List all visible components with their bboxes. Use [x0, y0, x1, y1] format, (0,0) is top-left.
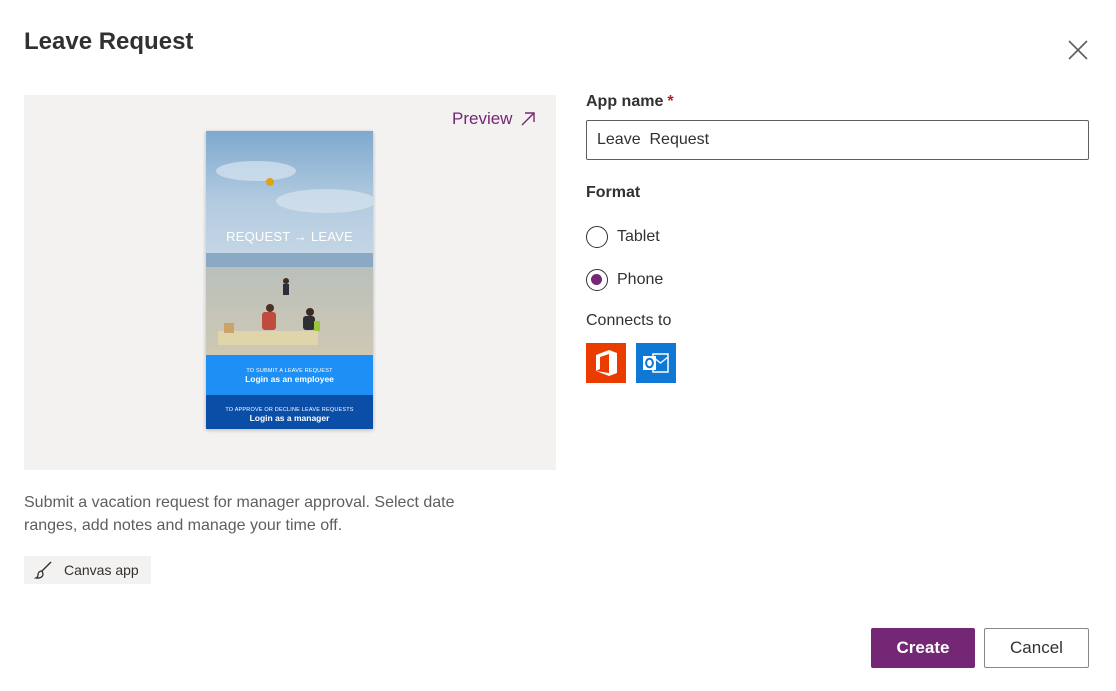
preview-link-label: Preview: [452, 109, 513, 128]
format-tablet-radio[interactable]: Tablet: [586, 226, 660, 248]
office365-icon: [596, 350, 617, 376]
required-marker: *: [667, 93, 674, 110]
app-description: Submit a vacation request for manager ap…: [24, 494, 455, 534]
preview-panel: Preview REQUEST → LEAVE TO SUBMIT A LEAV…: [24, 95, 556, 470]
employee-action: Login as an employee: [245, 374, 334, 384]
format-label: Format: [586, 184, 641, 201]
radio-circle-phone: [586, 269, 608, 291]
manager-login-block: TO APPROVE OR DECLINE LEAVE REQUESTS Log…: [206, 395, 373, 429]
preview-link[interactable]: Preview: [452, 109, 536, 129]
brush-icon: [34, 561, 52, 579]
outlook-connector: [636, 343, 676, 383]
cancel-button[interactable]: Cancel: [984, 628, 1089, 668]
connects-to-label: Connects to: [586, 312, 672, 329]
format-tablet-label: Tablet: [617, 228, 660, 245]
close-button[interactable]: [1064, 36, 1092, 64]
outlook-icon: [643, 353, 669, 373]
phone-headline: REQUEST → LEAVE: [226, 229, 353, 244]
radio-circle-tablet: [586, 226, 608, 248]
office365-connector: [586, 343, 626, 383]
app-name-input[interactable]: [586, 120, 1089, 160]
format-phone-label: Phone: [617, 271, 664, 288]
app-type-label: Canvas app: [64, 562, 139, 578]
create-button[interactable]: Create: [871, 628, 975, 668]
app-name-label: App name *: [586, 93, 674, 110]
close-icon: [1068, 40, 1088, 60]
open-external-icon: [521, 112, 536, 126]
manager-action: Login as a manager: [249, 413, 330, 423]
phone-app-preview: REQUEST → LEAVE TO SUBMIT A LEAVE REQUES…: [206, 131, 373, 429]
employee-login-block: TO SUBMIT A LEAVE REQUEST Login as an em…: [206, 355, 373, 395]
dialog-title: Leave Request: [24, 28, 194, 55]
app-type-tag: Canvas app: [24, 556, 151, 584]
format-phone-radio[interactable]: Phone: [586, 269, 663, 291]
